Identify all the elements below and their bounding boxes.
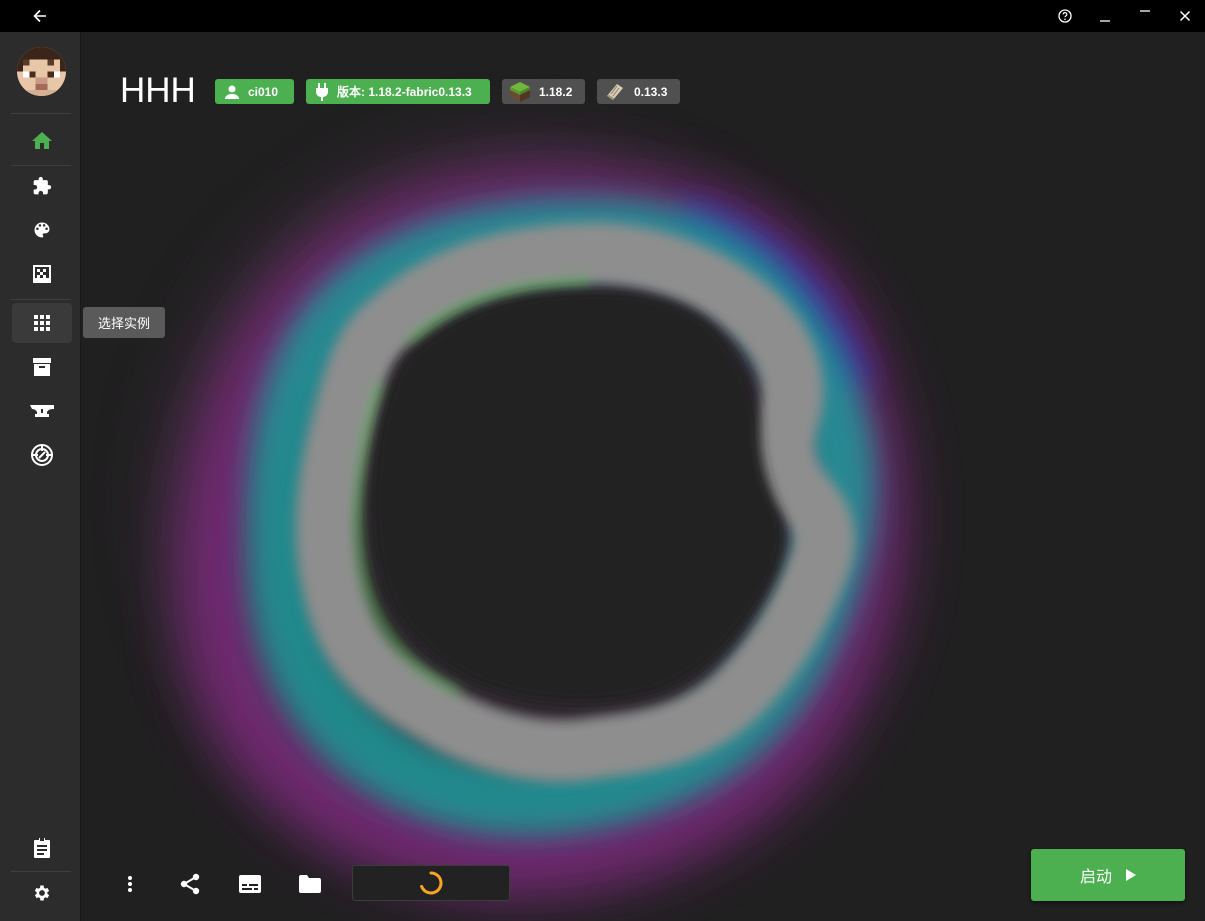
launch-button[interactable]: 启动 bbox=[1031, 849, 1185, 901]
badge-version-label: 版本: 1.18.2-fabric0.13.3 bbox=[337, 85, 472, 99]
badge-fabric-label: 0.13.3 bbox=[634, 84, 668, 99]
gear-icon bbox=[34, 885, 50, 901]
maximize-icon bbox=[1140, 10, 1150, 12]
archive-icon bbox=[33, 358, 51, 376]
badge-fabric[interactable]: 0.13.3 bbox=[597, 79, 680, 104]
sidebar-item-logs[interactable] bbox=[12, 827, 72, 867]
texture-icon bbox=[33, 265, 51, 283]
loading-spinner-icon bbox=[420, 871, 443, 895]
clipboard-icon bbox=[34, 837, 50, 858]
sidebar-divider bbox=[11, 871, 71, 872]
share-icon bbox=[180, 873, 200, 895]
launch-label: 启动 bbox=[1079, 869, 1112, 886]
subtitles-icon bbox=[239, 875, 261, 893]
minimize-button[interactable] bbox=[1085, 0, 1125, 32]
more-button[interactable] bbox=[112, 866, 148, 902]
help-button[interactable] bbox=[1045, 0, 1085, 32]
sidebar bbox=[0, 32, 81, 921]
badge-minecraft-label: 1.18.2 bbox=[539, 84, 573, 99]
plug-icon bbox=[316, 82, 328, 101]
sidebar-divider bbox=[11, 113, 71, 114]
arrow-left-icon bbox=[33, 9, 46, 23]
sidebar-item-shaderpacks[interactable] bbox=[12, 254, 72, 294]
sidebar-divider bbox=[11, 299, 71, 300]
grass-block-icon bbox=[510, 81, 530, 102]
badge-user-label: ci010 bbox=[248, 84, 279, 99]
folder-icon bbox=[299, 875, 321, 893]
home-icon bbox=[32, 132, 52, 149]
badge-user[interactable]: ci010 bbox=[215, 79, 294, 104]
close-icon bbox=[1179, 10, 1191, 22]
user-icon bbox=[225, 85, 239, 99]
sidebar-item-home[interactable] bbox=[12, 121, 72, 161]
fabric-icon bbox=[607, 83, 623, 100]
share-button[interactable] bbox=[172, 866, 208, 902]
sidebar-item-archive[interactable] bbox=[12, 347, 72, 387]
palette-icon bbox=[34, 222, 50, 238]
help-circle-icon bbox=[1058, 9, 1072, 23]
sidebar-item-modloader[interactable] bbox=[12, 391, 72, 431]
task-progress[interactable] bbox=[352, 865, 510, 901]
sidebar-item-resourcepacks[interactable] bbox=[12, 210, 72, 250]
back-button[interactable] bbox=[20, 0, 60, 32]
badge-version[interactable]: 版本: 1.18.2-fabric0.13.3 bbox=[306, 79, 490, 104]
target-icon bbox=[31, 444, 53, 466]
instance-title: HHH bbox=[120, 71, 196, 110]
badge-minecraft[interactable]: 1.18.2 bbox=[502, 79, 585, 104]
puzzle-icon bbox=[33, 176, 52, 195]
grid-icon bbox=[34, 315, 50, 331]
title-bar bbox=[0, 0, 1205, 32]
sidebar-item-settings[interactable] bbox=[12, 873, 72, 913]
play-icon bbox=[1126, 869, 1136, 881]
minimize-icon bbox=[1100, 20, 1110, 22]
sidebar-item-curseforge[interactable] bbox=[12, 435, 72, 475]
sidebar-item-select-instance[interactable] bbox=[12, 303, 72, 343]
tooltip: 选择实例 bbox=[83, 307, 166, 338]
ring-artwork bbox=[150, 132, 906, 898]
anvil-icon bbox=[30, 405, 54, 417]
folder-button[interactable] bbox=[292, 866, 328, 902]
sidebar-item-mods[interactable] bbox=[12, 166, 72, 206]
close-button[interactable] bbox=[1165, 0, 1205, 32]
avatar-icon bbox=[17, 47, 66, 96]
player-avatar[interactable] bbox=[17, 47, 66, 96]
subtitles-button[interactable] bbox=[232, 866, 268, 902]
more-vertical-icon bbox=[128, 876, 132, 892]
background-art bbox=[80, 32, 1205, 921]
maximize-button[interactable] bbox=[1125, 0, 1165, 32]
